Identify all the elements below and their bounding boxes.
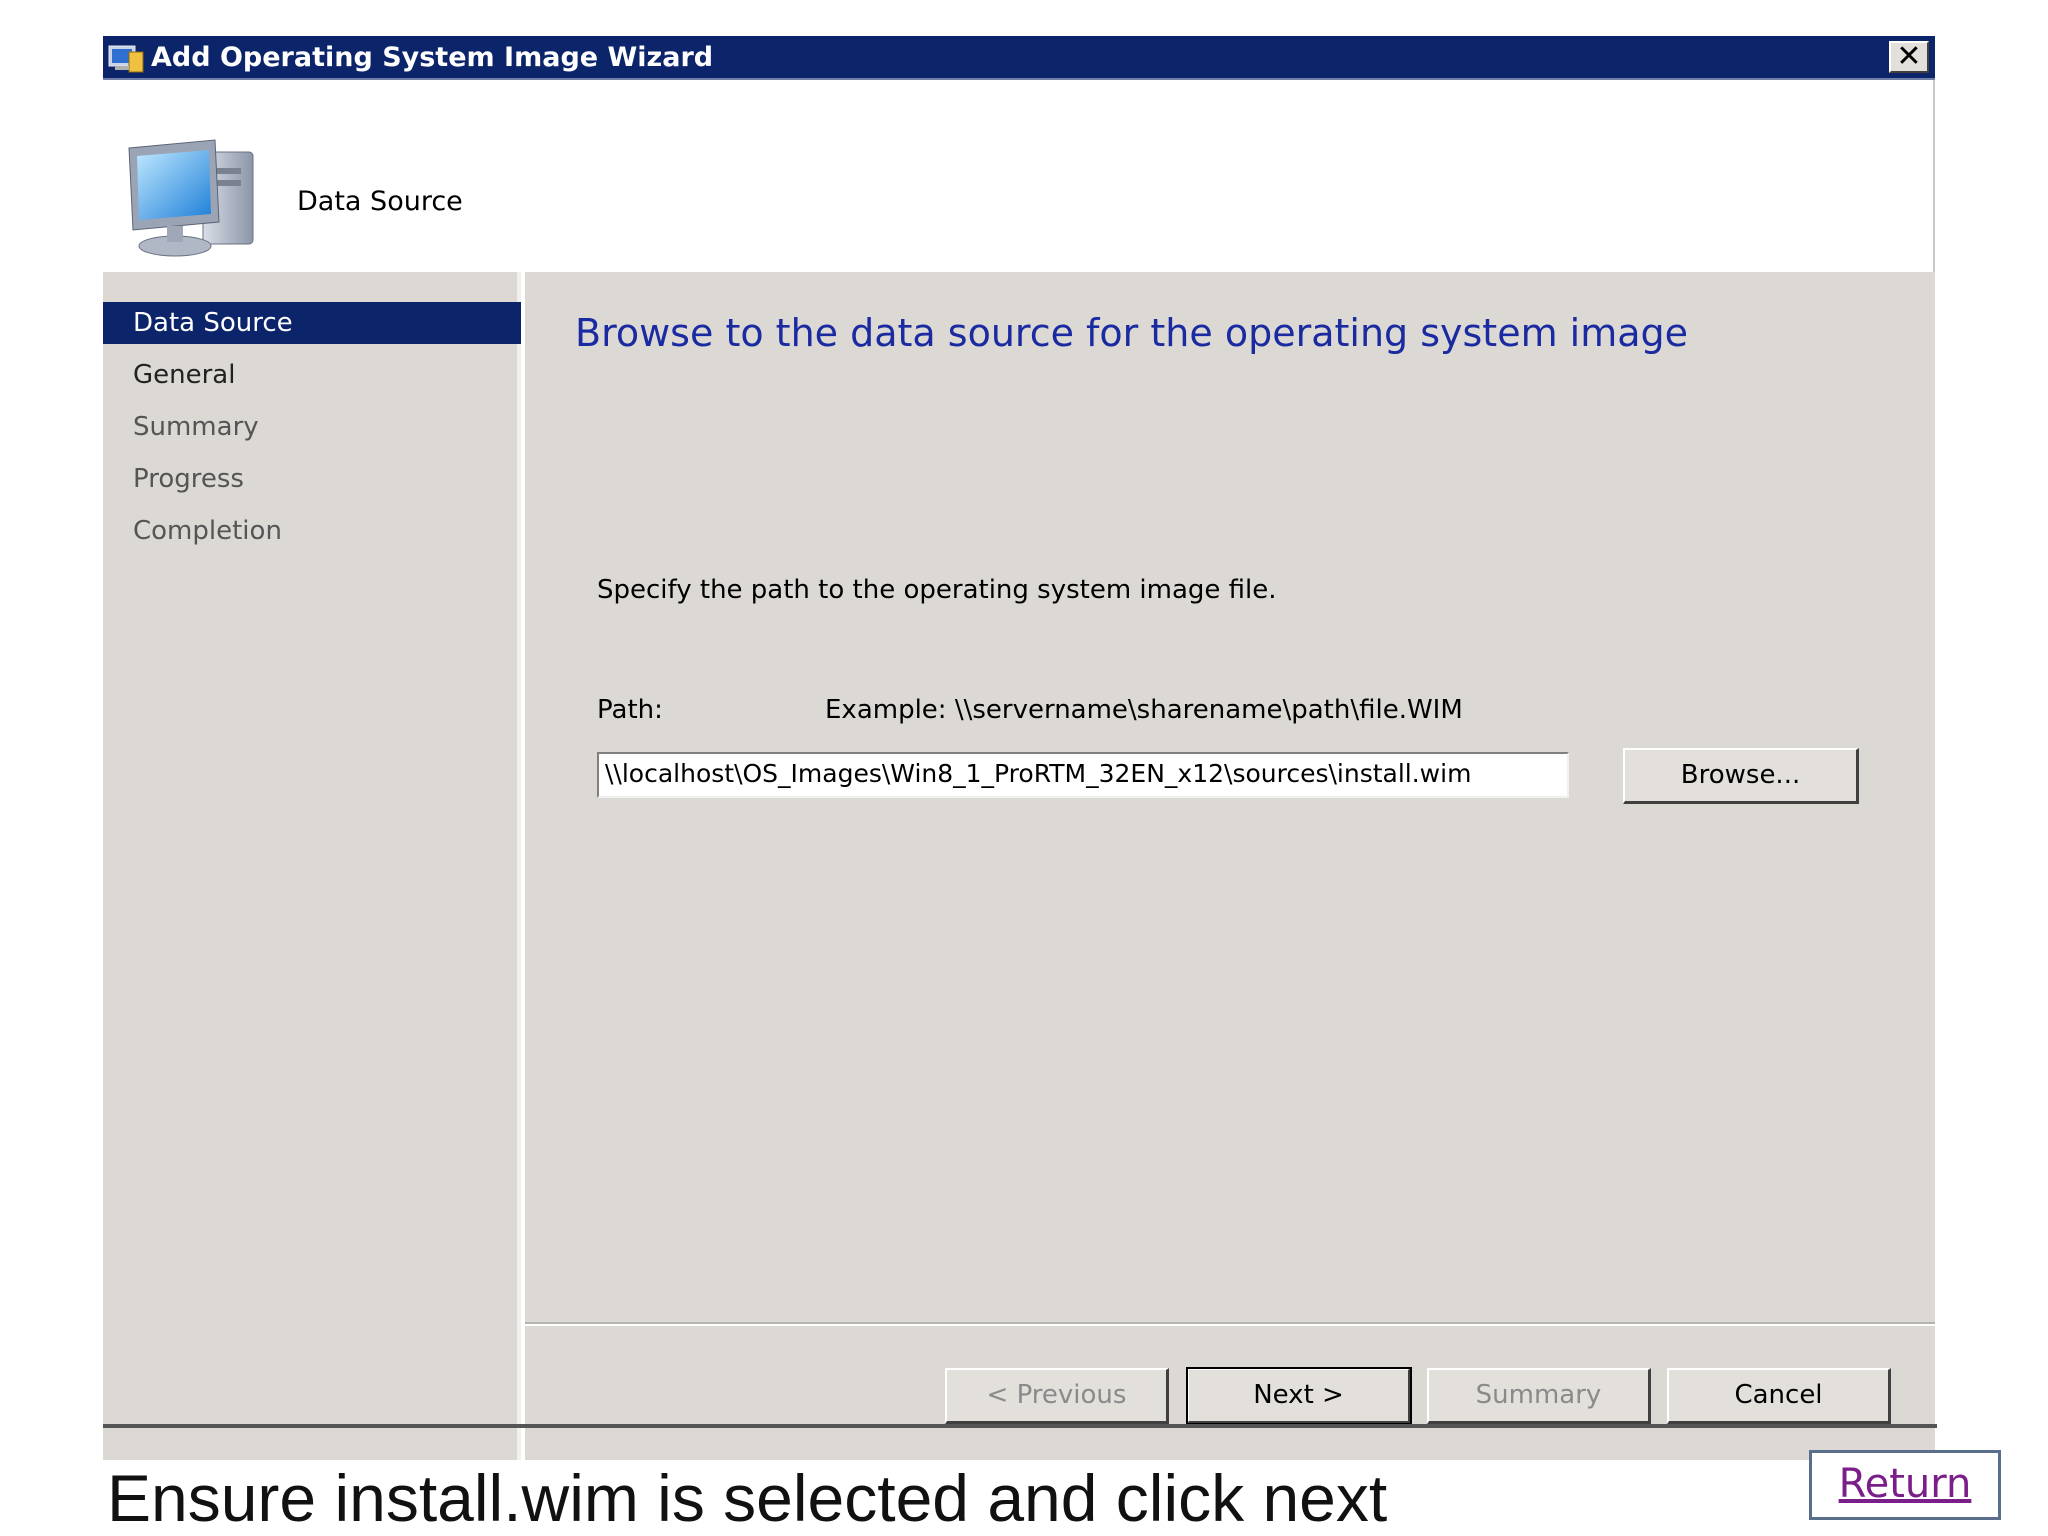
path-example: Example: \\servername\sharename\path\fil… [825,695,1463,725]
wizard-nav: Data Source General Summary Progress Com… [103,272,521,1460]
wizard-content: Browse to the data source for the operat… [525,272,1935,1460]
title-bar[interactable]: Add Operating System Image Wizard ✕ [103,36,1935,80]
dialog-bottom-edge [103,1424,1937,1428]
page-heading: Browse to the data source for the operat… [575,311,1689,355]
header-band: Data Source [103,82,1933,272]
previous-button[interactable]: < Previous [945,1368,1169,1424]
slide-caption: Ensure install.wim is selected and click… [107,1461,1388,1535]
wizard-dialog: Add Operating System Image Wizard ✕ Data… [103,36,1935,1460]
nav-item-summary[interactable]: Summary [103,406,521,448]
nav-item-completion[interactable]: Completion [103,510,521,552]
computer-icon [128,139,254,257]
nav-item-progress[interactable]: Progress [103,458,521,500]
button-separator [525,1322,1935,1326]
nav-item-general[interactable]: General [103,354,521,396]
instruction-text: Specify the path to the operating system… [597,575,1277,605]
wizard-app-icon [108,45,144,73]
return-link-button[interactable]: Return [1809,1450,2001,1520]
next-button[interactable]: Next > [1186,1367,1412,1425]
nav-item-data-source[interactable]: Data Source [103,302,521,344]
path-label: Path: [597,695,663,725]
header-title: Data Source [297,186,463,217]
path-input[interactable]: \\localhost\OS_Images\Win8_1_ProRTM_32EN… [597,752,1569,798]
close-button[interactable]: ✕ [1889,41,1929,73]
summary-button[interactable]: Summary [1427,1368,1651,1424]
window-title: Add Operating System Image Wizard [151,42,714,73]
cancel-button[interactable]: Cancel [1667,1368,1891,1424]
browse-button[interactable]: Browse... [1623,748,1859,804]
